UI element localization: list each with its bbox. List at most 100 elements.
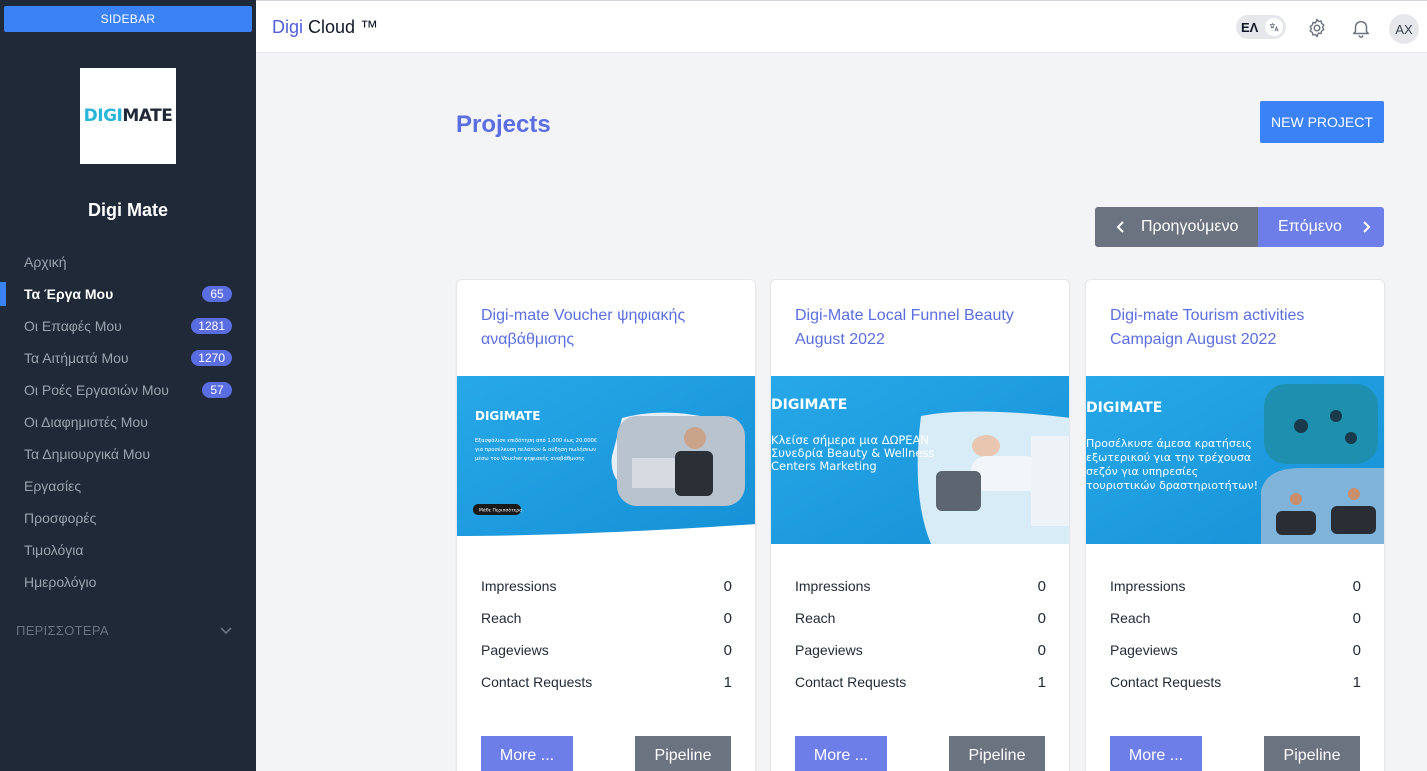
count-badge: 1281 bbox=[191, 318, 232, 334]
person-shape bbox=[684, 427, 706, 449]
stat-value: 0 bbox=[723, 577, 732, 595]
sidebar-item[interactable]: Τα Έργα Μου 65 bbox=[0, 278, 256, 310]
more-button[interactable]: More ... bbox=[1110, 736, 1202, 771]
sidebar-toggle-button[interactable]: SIDEBAR bbox=[4, 6, 252, 32]
stat-row: Reach 0 bbox=[795, 602, 1046, 634]
project-title[interactable]: Digi-mate Voucher ψηφιακής αναβάθμισης bbox=[481, 304, 736, 352]
project-card: Digi-mate Voucher ψηφιακής αναβάθμισης Μ… bbox=[456, 279, 756, 771]
project-stats: Impressions 0 Reach 0 Pageviews 0 Contac… bbox=[481, 570, 732, 698]
pipeline-button[interactable]: Pipeline bbox=[1264, 736, 1360, 771]
laptop-shape bbox=[632, 458, 677, 488]
sidebar-item[interactable]: Οι Διαφημιστές Μου bbox=[0, 406, 256, 438]
more-button[interactable]: More ... bbox=[481, 736, 573, 771]
diver-shape bbox=[1294, 419, 1308, 433]
stat-row: Contact Requests 1 bbox=[1110, 666, 1361, 698]
sidebar-item-label: Προσφορές bbox=[24, 510, 97, 526]
count-badge: 65 bbox=[202, 286, 232, 302]
translate-icon bbox=[1265, 18, 1283, 36]
project-title[interactable]: Digi-Mate Local Funnel Beauty August 202… bbox=[795, 304, 1050, 352]
avatar[interactable]: AX bbox=[1389, 14, 1419, 44]
stat-row: Impressions 0 bbox=[795, 570, 1046, 602]
stat-row: Contact Requests 1 bbox=[481, 666, 732, 698]
banner-logo: DIGIMATE bbox=[475, 409, 540, 423]
pipeline-button[interactable]: Pipeline bbox=[635, 736, 731, 771]
stat-label: Reach bbox=[1110, 610, 1151, 626]
person-shape bbox=[972, 435, 1000, 457]
sidebar-item[interactable]: Προσφορές bbox=[0, 502, 256, 534]
language-toggle[interactable]: ΕΛ bbox=[1236, 15, 1286, 39]
banner-logo: DIGIMATE bbox=[1086, 400, 1162, 416]
banner-text: μέσω του Voucher ψηφιακής αναβάθμισης bbox=[475, 455, 585, 462]
stat-value: 0 bbox=[1352, 577, 1361, 595]
banner-text: τουριστικών δραστηριοτήτων! bbox=[1086, 479, 1258, 492]
next-page-button[interactable]: Επόμενο bbox=[1258, 207, 1384, 247]
person-shape bbox=[1348, 488, 1360, 500]
sidebar-more-toggle[interactable]: ΠΕΡΙΣΣΟΤΕΡΑ bbox=[0, 614, 256, 646]
project-title[interactable]: Digi-mate Tourism activities Campaign Au… bbox=[1110, 304, 1365, 352]
banner-text: σεζόν για υπηρεσίες bbox=[1086, 465, 1198, 478]
stat-row: Pageviews 0 bbox=[795, 634, 1046, 666]
sidebar-item-label: Οι Επαφές Μου bbox=[24, 318, 122, 334]
more-button[interactable]: More ... bbox=[795, 736, 887, 771]
stat-label: Impressions bbox=[1110, 578, 1186, 594]
previous-label: Προηγούμενο bbox=[1141, 218, 1239, 235]
stat-label: Pageviews bbox=[481, 642, 549, 658]
stat-row: Contact Requests 1 bbox=[795, 666, 1046, 698]
pipeline-button[interactable]: Pipeline bbox=[949, 736, 1045, 771]
sidebar-item-label: Οι Διαφημιστές Μου bbox=[24, 414, 148, 430]
chevron-down-icon bbox=[220, 627, 232, 635]
new-project-button[interactable]: NEW PROJECT bbox=[1260, 101, 1384, 143]
person-shape bbox=[675, 451, 713, 496]
sidebar-item[interactable]: Τα Αιτήματά Μου 1270 bbox=[0, 342, 256, 374]
previous-page-button[interactable]: Προηγούμενο bbox=[1095, 207, 1258, 247]
sidebar-item-label: Τα Αιτήματά Μου bbox=[24, 350, 129, 366]
company-name: Digi Mate bbox=[87, 200, 168, 220]
stat-value: 0 bbox=[723, 609, 732, 627]
stat-value: 0 bbox=[1037, 577, 1046, 595]
stat-row: Impressions 0 bbox=[481, 570, 732, 602]
project-card: Digi-Mate Local Funnel Beauty August 202… bbox=[770, 279, 1070, 771]
banner-text: Κλείσε σήμερα μια ΔΩΡΕΑΝ bbox=[771, 433, 929, 447]
stat-label: Reach bbox=[481, 610, 522, 626]
sidebar-item[interactable]: Αρχική bbox=[0, 246, 256, 278]
count-badge: 57 bbox=[202, 382, 232, 398]
project-stats: Impressions 0 Reach 0 Pageviews 0 Contac… bbox=[1110, 570, 1361, 698]
sidebar-item-label: Εργασίες bbox=[24, 478, 82, 494]
sidebar-nav: Αρχική Τα Έργα Μου 65 Οι Επαφές Μου 1281 Τα Α… bbox=[0, 246, 256, 598]
sidebar-item[interactable]: Εργασίες bbox=[0, 470, 256, 502]
stat-row: Reach 0 bbox=[1110, 602, 1361, 634]
project-banner-image: Μάθε Περισσότερα DIGIMATE Εξασφάλισε επι… bbox=[457, 376, 755, 544]
diver-shape bbox=[1330, 410, 1342, 422]
stat-label: Contact Requests bbox=[795, 674, 907, 690]
banner-text: Centers Marketing bbox=[771, 459, 877, 473]
stat-value: 0 bbox=[723, 641, 732, 659]
stat-label: Pageviews bbox=[795, 642, 863, 658]
stat-value: 0 bbox=[1352, 641, 1361, 659]
stat-value: 1 bbox=[1037, 673, 1046, 691]
sidebar-item[interactable]: Τα Δημιουργικά Μου bbox=[0, 438, 256, 470]
stat-row: Pageviews 0 bbox=[1110, 634, 1361, 666]
sidebar-item[interactable]: Οι Επαφές Μου 1281 bbox=[0, 310, 256, 342]
sidebar-item[interactable]: Τιμολόγια bbox=[0, 534, 256, 566]
stat-label: Pageviews bbox=[1110, 642, 1178, 658]
app-title: Digi Cloud ™ bbox=[272, 17, 379, 37]
banner-text: Εξασφάλισε επιδότηση από 1.000 έως 20.00… bbox=[475, 437, 597, 444]
stat-value: 0 bbox=[1352, 609, 1361, 627]
sidebar-item-label: Τα Έργα Μου bbox=[24, 286, 114, 302]
project-card: Digi-mate Tourism activities Campaign Au… bbox=[1085, 279, 1385, 771]
project-banner-image: DIGIMATE Προσέλκυσε άμεσα κρατήσειςεξωτε… bbox=[1086, 376, 1384, 544]
sidebar-item[interactable]: Ημερολόγιο bbox=[0, 566, 256, 598]
gear-icon[interactable] bbox=[1306, 17, 1328, 39]
bell-icon[interactable] bbox=[1350, 17, 1372, 39]
language-label: ΕΛ bbox=[1241, 20, 1259, 35]
person-shape bbox=[1290, 493, 1302, 505]
topbar: Digi Cloud ™ ΕΛ AX bbox=[256, 0, 1427, 53]
sidebar-item[interactable]: Οι Ροές Εργασιών Μου 57 bbox=[0, 374, 256, 406]
stat-label: Impressions bbox=[481, 578, 557, 594]
company-logo: DIGIMATE bbox=[80, 68, 176, 164]
project-stats: Impressions 0 Reach 0 Pageviews 0 Contac… bbox=[795, 570, 1046, 698]
sidebar-item-label: Αρχική bbox=[24, 254, 67, 270]
stat-row: Pageviews 0 bbox=[481, 634, 732, 666]
chevron-left-icon bbox=[1116, 221, 1124, 233]
sidebar-item-label: Ημερολόγιο bbox=[24, 574, 97, 590]
